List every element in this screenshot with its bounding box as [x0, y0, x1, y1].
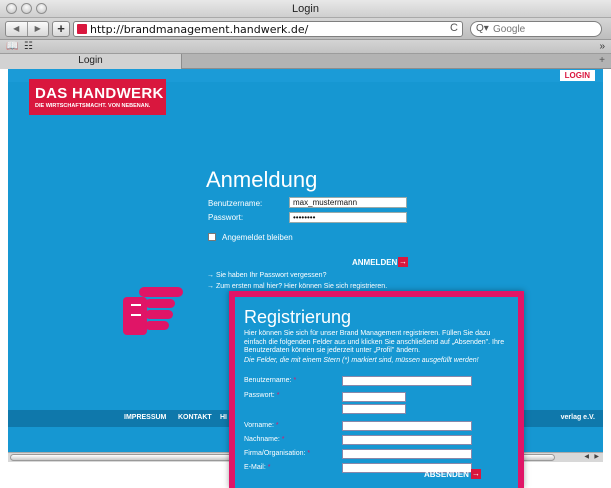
registration-form: Registrierung Hier können Sie sich für u…	[235, 297, 518, 488]
register-text[interactable]: Zum ersten mal hier? Hier können Sie sic…	[216, 283, 387, 290]
browser-toolbar: ◀ ▶ + http://brandmanagement.handwerk.de…	[0, 18, 611, 40]
window-titlebar: Login	[0, 0, 611, 18]
window-title: Login	[292, 3, 319, 15]
scroll-right-icon[interactable]: ▶	[594, 453, 599, 460]
reg-firstname-input[interactable]	[342, 421, 472, 431]
registration-intro: Hier können Sie sich für unser Brand Man…	[244, 330, 505, 354]
footer-kontakt-link[interactable]: KONTAKT	[178, 414, 212, 421]
reg-submit-label[interactable]: ABSENDEN	[424, 470, 469, 479]
arrow-icon: →	[207, 272, 214, 279]
reg-lastname-label: Nachname: *	[244, 436, 285, 443]
more-bookmarks-icon[interactable]: »	[599, 40, 605, 53]
bookmarks-bar: 📖 ☷ »	[0, 40, 611, 54]
book-icon[interactable]: 📖	[6, 40, 18, 53]
login-submit-label[interactable]: ANMELDEN	[352, 258, 397, 267]
login-link[interactable]: LOGIN	[559, 70, 595, 81]
reg-password-input[interactable]	[342, 392, 406, 402]
das-handwerk-logo[interactable]: DAS HANDWERK DIE WIRTSCHAFTSMACHT. VON N…	[29, 79, 166, 115]
search-field[interactable]: Q▾	[470, 21, 602, 37]
reg-username-input[interactable]	[342, 376, 472, 386]
password-input[interactable]: ••••••••	[289, 212, 407, 223]
reg-password-label: Passwort: *	[244, 392, 280, 399]
reg-firstname-label: Vorname: *	[244, 422, 279, 429]
reg-email-label: E-Mail: *	[244, 464, 271, 471]
register-link[interactable]: → Zum ersten mal hier? Hier können Sie s…	[207, 283, 387, 290]
required-fields-note: Die Felder, die mit einem Stern (*) mark…	[244, 357, 479, 364]
search-icon[interactable]: Q▾	[476, 23, 489, 34]
reg-company-input[interactable]	[342, 449, 472, 459]
login-heading: Anmeldung	[206, 167, 318, 192]
grid-icon[interactable]: ☷	[24, 40, 33, 53]
username-input[interactable]: max_mustermann	[289, 197, 407, 208]
footer-impressum-link[interactable]: IMPRESSUM	[124, 414, 166, 421]
forgot-password-text[interactable]: Sie haben Ihr Passwort vergessen?	[216, 272, 327, 279]
login-submit-arrow-icon[interactable]: →	[398, 257, 408, 267]
reg-lastname-input[interactable]	[342, 435, 472, 445]
reg-company-label: Firma/Organisation: *	[244, 450, 311, 457]
registration-panel: Registrierung Hier können Sie sich für u…	[229, 291, 524, 488]
pointing-hand-icon	[123, 287, 183, 335]
logo-title: DAS HANDWERK	[35, 85, 164, 102]
scroll-left-icon[interactable]: ◀	[584, 453, 589, 460]
forward-button[interactable]: ▶	[26, 22, 49, 36]
remember-me-checkbox[interactable]	[208, 233, 216, 241]
reg-password-confirm-input[interactable]	[342, 404, 406, 414]
reg-username-label: Benutzername: *	[244, 377, 297, 384]
registration-heading: Registrierung	[244, 307, 352, 327]
address-bar[interactable]: http://brandmanagement.handwerk.de/ C	[73, 21, 463, 37]
arrow-icon: →	[207, 283, 214, 290]
add-bookmark-button[interactable]: +	[52, 21, 70, 37]
tab-login[interactable]: Login	[0, 54, 182, 69]
logo-tagline: DIE WIRTSCHAFTSMACHT. VON NEBENAN.	[35, 103, 151, 109]
url-text[interactable]: http://brandmanagement.handwerk.de/	[90, 23, 308, 36]
forgot-password-link[interactable]: → Sie haben Ihr Passwort vergessen?	[207, 272, 326, 279]
site-favicon-icon	[77, 24, 87, 34]
reg-submit-arrow-icon[interactable]: →	[471, 469, 481, 479]
reload-icon[interactable]: C	[450, 22, 458, 34]
username-label: Benutzername:	[208, 199, 263, 208]
search-input[interactable]	[493, 23, 597, 35]
footer-cut-link[interactable]: HI	[220, 414, 227, 421]
tab-bar: Login +	[0, 54, 611, 69]
password-label: Passwort:	[208, 213, 244, 222]
nav-buttons: ◀ ▶	[5, 21, 49, 37]
new-tab-button[interactable]: +	[599, 54, 605, 68]
footer-right-text: verlag e.V.	[560, 414, 595, 421]
back-button[interactable]: ◀	[6, 22, 27, 36]
remember-me-label: Angemeldet bleiben	[222, 233, 293, 242]
